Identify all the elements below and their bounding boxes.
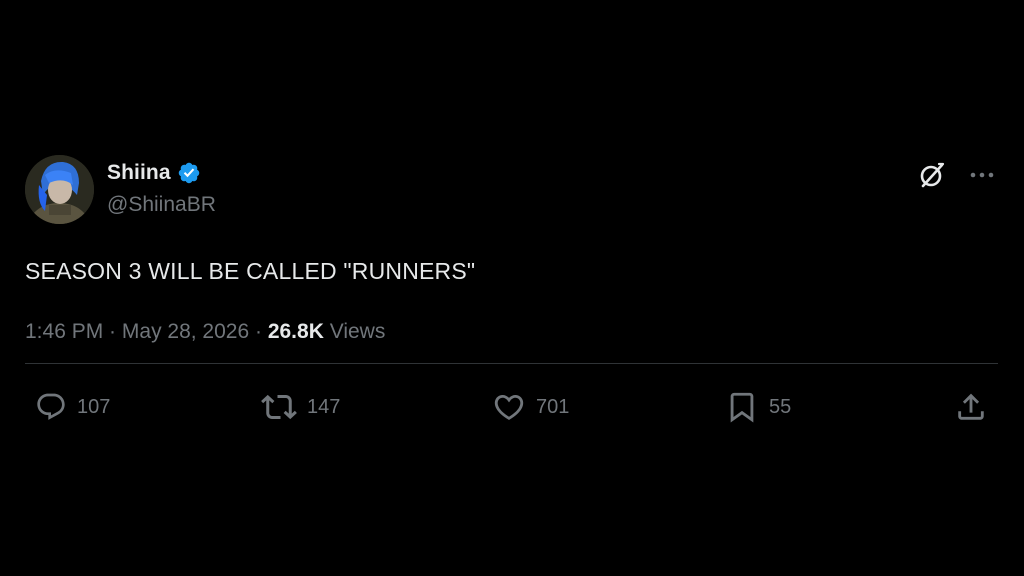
display-name-row: Shiina bbox=[107, 159, 216, 187]
bookmark-count: 55 bbox=[769, 395, 792, 418]
tweet-meta: 1:46 PM · May 28, 2026 · 26.8K Views bbox=[25, 318, 998, 346]
retweet-button[interactable]: 147 bbox=[261, 387, 340, 427]
bookmark-button[interactable]: 55 bbox=[725, 387, 791, 427]
avatar-image bbox=[25, 155, 94, 224]
grok-icon[interactable] bbox=[916, 159, 948, 191]
author-handle[interactable]: @ShiinaBR bbox=[107, 193, 216, 217]
tweet-header: Shiina @ShiinaBR bbox=[25, 155, 998, 225]
share-button[interactable] bbox=[954, 387, 988, 427]
like-button[interactable]: 701 bbox=[492, 387, 569, 427]
verified-badge-icon[interactable] bbox=[177, 161, 201, 185]
reply-button[interactable]: 107 bbox=[35, 387, 110, 427]
like-icon bbox=[492, 390, 526, 424]
views-count[interactable]: 26.8K bbox=[268, 320, 324, 343]
avatar[interactable] bbox=[25, 155, 94, 224]
tweet-date[interactable]: May 28, 2026 bbox=[122, 320, 249, 343]
author-names: Shiina @ShiinaBR bbox=[107, 159, 216, 217]
more-options-icon[interactable] bbox=[966, 159, 998, 191]
tweet-time[interactable]: 1:46 PM bbox=[25, 320, 103, 343]
tweet-text: SEASON 3 WILL BE CALLED "RUNNERS" bbox=[25, 258, 476, 284]
action-bar: 107 147 701 55 bbox=[25, 387, 998, 427]
meta-separator: · bbox=[103, 320, 122, 343]
retweet-count: 147 bbox=[307, 395, 341, 418]
divider bbox=[25, 363, 998, 364]
meta-separator: · bbox=[249, 320, 268, 343]
like-count: 701 bbox=[536, 395, 570, 418]
display-name[interactable]: Shiina bbox=[107, 161, 171, 185]
bookmark-icon bbox=[725, 390, 759, 424]
share-icon bbox=[954, 390, 988, 424]
views-label: Views bbox=[323, 320, 386, 343]
retweet-icon bbox=[261, 389, 297, 425]
tweet-card: Shiina @ShiinaBR SEASON 3 WILL BE CALLED… bbox=[25, 155, 998, 427]
reply-count: 107 bbox=[77, 395, 111, 418]
reply-icon bbox=[35, 391, 67, 423]
header-actions bbox=[916, 155, 998, 195]
